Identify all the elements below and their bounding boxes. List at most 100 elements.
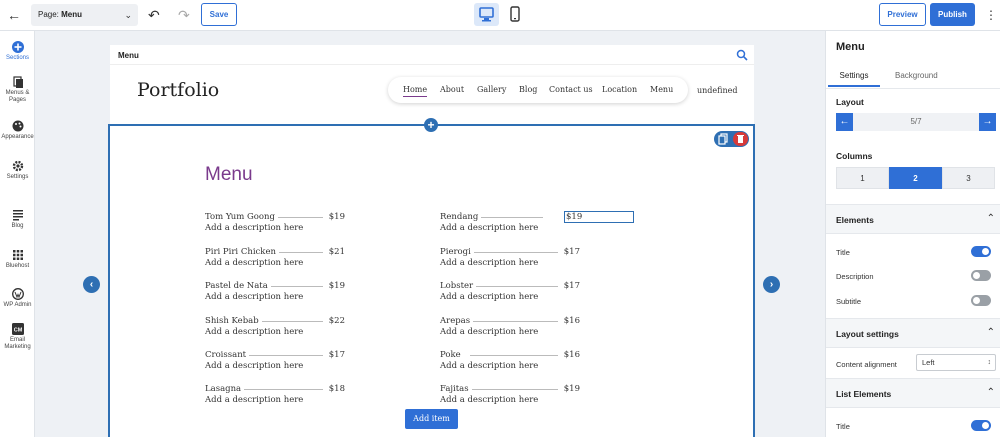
left-sidebar: Sections Menus & Pages Appearance Settin… bbox=[0, 31, 35, 437]
nav-item-blog[interactable]: Blog bbox=[519, 85, 537, 94]
menu-item[interactable]: Lasagna $18 Add a description here bbox=[205, 384, 345, 408]
menu-item[interactable]: Pastel de Nata $19 Add a description her… bbox=[205, 281, 345, 305]
list-title-toggle[interactable] bbox=[971, 420, 991, 431]
menu-item-price: $22 bbox=[325, 316, 345, 326]
menu-item-price[interactable]: $19 bbox=[564, 211, 634, 223]
columns-selector: 1 2 3 bbox=[836, 167, 996, 189]
sidebar-item-wp-admin[interactable]: WP Admin bbox=[0, 288, 35, 309]
content-alignment-value: Left bbox=[922, 358, 935, 367]
svg-text:CM: CM bbox=[13, 327, 22, 333]
menu-item-price: $18 bbox=[325, 384, 345, 394]
save-button[interactable]: Save bbox=[201, 3, 237, 26]
menu-section[interactable]: + Menu Tom Yum Goong $19 Add a descripti… bbox=[108, 118, 755, 437]
menu-title[interactable]: Menu bbox=[205, 164, 253, 186]
sidebar-item-menus-pages[interactable]: Menus & Pages bbox=[0, 76, 35, 104]
sidebar-item-appearance[interactable]: Appearance bbox=[0, 120, 35, 141]
sidebar-item-label: Sections bbox=[5, 55, 29, 61]
layout-value: 5/7 bbox=[910, 117, 922, 126]
mobile-view-button[interactable] bbox=[505, 3, 525, 26]
previous-layout-arrow-icon[interactable]: ‹ bbox=[83, 276, 100, 293]
page-selector[interactable]: Page: Menu ⌄ bbox=[31, 4, 138, 26]
chevron-down-icon: ⌄ bbox=[124, 10, 132, 20]
content-alignment-label: Content alignment bbox=[836, 360, 897, 369]
menu-item[interactable]: Piri Piri Chicken $21 Add a description … bbox=[205, 247, 345, 271]
layout-settings-group-header[interactable]: Layout settings ⌃ bbox=[826, 318, 1000, 348]
search-icon[interactable] bbox=[736, 49, 748, 61]
top-toolbar: ← Page: Menu ⌄ ↶ ↷ Save Preview Publish … bbox=[0, 0, 1000, 31]
tab-settings[interactable]: Settings bbox=[828, 71, 880, 87]
nav-item-about[interactable]: About bbox=[440, 85, 464, 94]
blog-icon bbox=[12, 210, 23, 221]
pages-icon bbox=[12, 76, 23, 88]
layout-next-button[interactable]: → bbox=[979, 113, 996, 131]
trash-icon bbox=[737, 135, 744, 143]
nav-item-gallery[interactable]: Gallery bbox=[477, 85, 506, 94]
page-preview: Menu Portfolio Home About Gallery Blog C… bbox=[108, 45, 755, 437]
add-item-button[interactable]: Add item bbox=[405, 409, 458, 429]
element-row-description: Description bbox=[836, 269, 996, 285]
menu-item[interactable]: Lobster $17 Add a description here bbox=[440, 281, 580, 305]
tab-background[interactable]: Background bbox=[895, 71, 938, 80]
chevron-up-icon: ⌃ bbox=[986, 387, 995, 398]
sidebar-item-email-marketing[interactable]: CM Email Marketing bbox=[0, 323, 35, 351]
plus-circle-icon bbox=[11, 41, 24, 53]
elements-group-header[interactable]: Elements ⌃ bbox=[826, 204, 1000, 234]
menu-item-description: Add a description here bbox=[440, 395, 539, 405]
description-toggle[interactable] bbox=[971, 270, 991, 281]
redo-icon[interactable]: ↷ bbox=[178, 7, 190, 23]
sidebar-item-settings[interactable]: Settings bbox=[0, 160, 35, 181]
menu-item[interactable]: Rendang $19 Add a description here bbox=[440, 211, 634, 236]
title-toggle[interactable] bbox=[971, 246, 991, 257]
menu-item[interactable]: Poke $16 Add a description here bbox=[440, 350, 580, 374]
elements-label: Elements bbox=[836, 215, 874, 225]
delete-button[interactable] bbox=[733, 132, 748, 146]
site-logo[interactable]: Portfolio bbox=[137, 79, 219, 101]
page-selector-prefix: Page: bbox=[38, 10, 59, 19]
list-elements-group-header[interactable]: List Elements ⌃ bbox=[826, 378, 1000, 408]
menu-item-description: Add a description here bbox=[205, 292, 304, 302]
duplicate-icon[interactable] bbox=[716, 132, 730, 146]
nav-item-menu[interactable]: Menu bbox=[650, 85, 673, 94]
menu-item-name: Croissant bbox=[205, 350, 250, 360]
sidebar-item-bluehost[interactable]: Bluehost bbox=[0, 249, 35, 270]
next-layout-arrow-icon[interactable]: › bbox=[763, 276, 780, 293]
columns-option-2[interactable]: 2 bbox=[889, 167, 942, 189]
preview-button[interactable]: Preview bbox=[879, 3, 926, 26]
add-section-icon[interactable]: + bbox=[424, 118, 438, 132]
sidebar-item-sections[interactable]: Sections bbox=[0, 41, 35, 62]
sidebar-item-label: Bluehost bbox=[5, 263, 30, 269]
columns-option-1[interactable]: 1 bbox=[836, 167, 889, 189]
more-options-icon[interactable]: ⋮ bbox=[985, 6, 997, 24]
list-element-label: Title bbox=[836, 422, 850, 431]
menu-item[interactable]: Shish Kebab $22 Add a description here bbox=[205, 316, 345, 340]
layout-prev-button[interactable]: ← bbox=[836, 113, 853, 131]
menu-item[interactable]: Croissant $17 Add a description here bbox=[205, 350, 345, 374]
desktop-view-button[interactable] bbox=[474, 3, 499, 26]
menu-item-leader-line bbox=[470, 389, 558, 390]
columns-option-3[interactable]: 3 bbox=[942, 167, 995, 189]
menu-item[interactable]: Tom Yum Goong $19 Add a description here bbox=[205, 212, 345, 236]
publish-button[interactable]: Publish bbox=[930, 3, 975, 26]
undo-icon[interactable]: ↶ bbox=[148, 7, 160, 23]
element-label: Description bbox=[836, 272, 874, 281]
chevron-up-icon: ⌃ bbox=[986, 213, 995, 224]
sidebar-item-label: Settings bbox=[6, 174, 29, 180]
palette-icon bbox=[12, 120, 23, 132]
menu-item[interactable]: Pierogi $17 Add a description here bbox=[440, 247, 580, 271]
menu-item-name: Lasagna bbox=[205, 384, 245, 394]
menu-item-price: $17 bbox=[325, 350, 345, 360]
element-row-title: Title bbox=[836, 245, 996, 261]
panel-title: Menu bbox=[836, 41, 865, 53]
sidebar-item-blog[interactable]: Blog bbox=[0, 209, 35, 230]
nav-item-extra[interactable]: undefined bbox=[697, 86, 738, 95]
nav-item-contact[interactable]: Contact us bbox=[549, 85, 593, 94]
subtitle-toggle[interactable] bbox=[971, 295, 991, 306]
content-alignment-select[interactable]: Left ↕ bbox=[916, 354, 996, 371]
menu-item[interactable]: Arepas $16 Add a description here bbox=[440, 316, 580, 340]
nav-item-location[interactable]: Location bbox=[602, 85, 637, 94]
nav-item-home[interactable]: Home bbox=[403, 85, 428, 97]
menu-item-price: $16 bbox=[560, 350, 580, 360]
back-arrow-icon[interactable]: ← bbox=[6, 7, 22, 23]
menu-item[interactable]: Fajitas $19 Add a description here bbox=[440, 384, 580, 408]
menu-item-name: Pierogi bbox=[440, 247, 474, 257]
